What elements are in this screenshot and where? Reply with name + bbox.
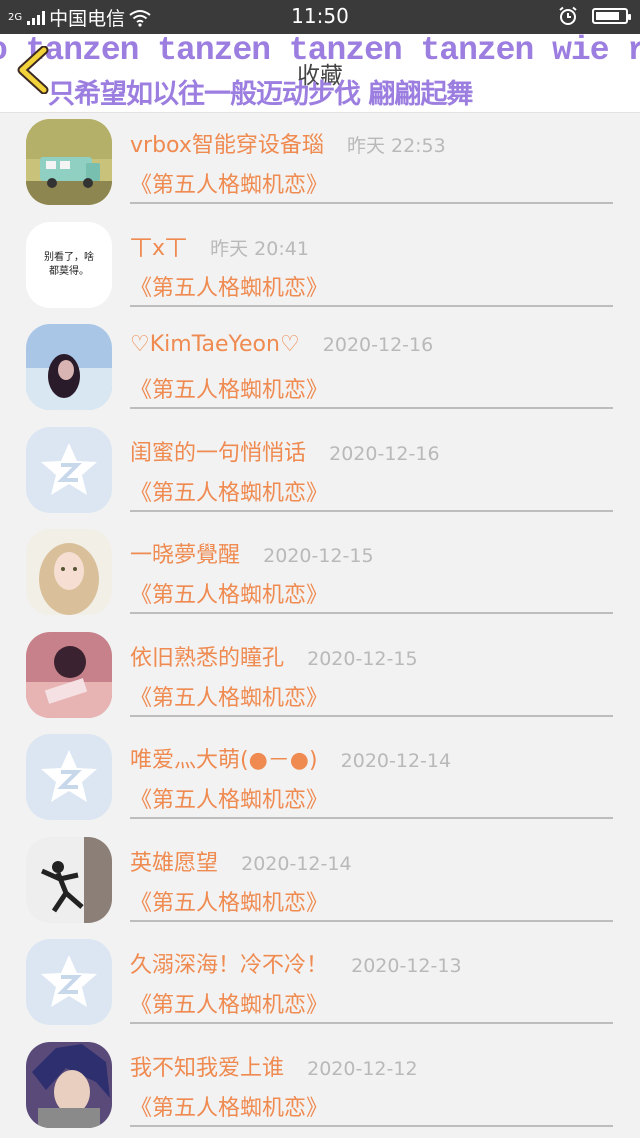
status-time: 11:50 [291,4,349,28]
avatar[interactable] [26,119,112,205]
timestamp: 2020-12-16 [322,334,434,356]
timestamp: 2020-12-16 [329,442,440,465]
list-item[interactable]: 英雄愿望 2020-12-14 《第五人格蜘机恋》 [0,831,640,933]
status-bar: 2G 中国电信 11:50 [0,0,640,34]
timestamp: 昨天 20:41 [210,237,309,260]
divider [130,817,613,819]
timestamp: 昨天 22:53 [346,135,446,157]
timestamp: 2020-12-14 [241,852,352,875]
name-line: 唯爱灬大萌(●－●) 2020-12-14 [130,742,451,774]
list-item[interactable]: ♡KimTaeYeon♡ 2020-12-16 《第五人格蜘机恋》 [0,318,640,420]
list-item[interactable]: vrbox智能穿设备瑙 昨天 22:53 《第五人格蜘机恋》 [0,113,640,215]
avatar[interactable] [26,324,112,410]
avatar[interactable] [26,529,112,615]
battery-fill [596,12,619,20]
user-name: 丅x丅 [130,235,188,261]
user-name: 一晓夢覺醒 [130,543,241,568]
avatar[interactable] [26,426,112,513]
divider [130,612,613,614]
user-name: 英雄愿望 [130,850,219,876]
favorited-title[interactable]: 《第五人格蜘机恋》 [130,680,328,712]
divider [130,1124,613,1127]
avatar[interactable] [26,1041,112,1128]
favorited-title[interactable]: 《第五人格蜘机恋》 [130,577,328,609]
favorited-title[interactable]: 《第五人格蜘机恋》 [130,372,328,404]
name-line: 依旧熟悉的瞳孔 2020-12-15 [130,640,418,672]
user-name: 久溺深海！冷不冷！ [130,953,329,978]
timestamp: 2020-12-12 [307,1057,418,1080]
favorited-title[interactable]: 《第五人格蜘机恋》 [130,782,328,814]
name-line: 久溺深海！冷不冷！ 2020-12-13 [130,947,462,979]
divider [130,509,613,512]
avatar[interactable] [26,631,112,718]
name-line: 我不知我爱上谁 2020-12-12 [130,1050,418,1082]
avatar[interactable]: 别看了，啥都莫得。 [26,221,112,308]
divider [130,202,613,204]
name-line: vrbox智能穿设备瑙 昨天 22:53 [130,127,446,159]
list-item[interactable]: 一晓夢覺醒 2020-12-15 《第五人格蜘机恋》 [0,523,640,625]
name-line: ♡KimTaeYeon♡ 2020-12-16 [130,332,433,357]
timestamp: 2020-12-13 [351,955,462,977]
list-item[interactable]: 闺蜜的一句悄悄话 2020-12-16 《第五人格蜘机恋》 [0,421,640,523]
user-name: 唯爱灬大萌(●－●) [130,748,318,773]
avatar[interactable] [26,734,112,820]
avatar[interactable] [26,939,112,1025]
list-item[interactable]: 别看了，啥都莫得。 丅x丅 昨天 20:41 《第五人格蜘机恋》 [0,216,640,318]
favorited-title[interactable]: 《第五人格蜘机恋》 [130,1090,328,1122]
back-arrow-icon[interactable] [14,46,50,94]
list-item[interactable]: 依旧熟悉的瞳孔 2020-12-15 《第五人格蜘机恋》 [0,626,640,728]
name-line: 英雄愿望 2020-12-14 [130,845,352,877]
divider [130,407,613,409]
alarm-clock-icon [559,6,577,25]
divider [130,304,613,307]
user-name: 我不知我爱上谁 [130,1055,285,1081]
status-right [558,6,631,26]
list-item[interactable]: 唯爱灬大萌(●－●) 2020-12-14 《第五人格蜘机恋》 [0,728,640,830]
name-line: 丅x丅 昨天 20:41 [130,230,309,262]
user-name: vrbox智能穿设备瑙 [130,133,324,158]
divider [130,1022,613,1024]
favorited-title[interactable]: 《第五人格蜘机恋》 [130,885,328,917]
list-item[interactable]: 我不知我爱上谁 2020-12-12 《第五人格蜘机恋》 [0,1036,640,1138]
user-name: 依旧熟悉的瞳孔 [130,645,285,671]
header-bar: o tanzen tanzen tanzen tanzen wie r 收藏 只… [0,34,640,113]
list-item[interactable]: 久溺深海！冷不冷！ 2020-12-13 《第五人格蜘机恋》 [0,933,640,1035]
divider [130,919,613,922]
favorited-title[interactable]: 《第五人格蜘机恋》 [130,167,328,199]
timestamp: 2020-12-15 [307,647,418,670]
user-name: 闺蜜的一句悄悄话 [130,440,307,466]
favorited-title[interactable]: 《第五人格蜘机恋》 [130,270,328,302]
favorited-title[interactable]: 《第五人格蜘机恋》 [130,987,328,1019]
timestamp: 2020-12-14 [340,750,452,772]
timestamp: 2020-12-15 [263,545,374,567]
name-line: 闺蜜的一句悄悄话 2020-12-16 [130,435,440,467]
battery-icon [592,8,631,24]
avatar-text: 别看了，啥都莫得。 [44,251,94,277]
avatar[interactable] [26,836,112,923]
favorited-title[interactable]: 《第五人格蜘机恋》 [130,475,328,507]
user-name: ♡KimTaeYeon♡ [130,332,300,357]
divider [130,714,613,717]
signature-subtitle: 只希望如以往一般迈动步伐 翩翩起舞 [48,79,473,110]
name-line: 一晓夢覺醒 2020-12-15 [130,537,374,569]
